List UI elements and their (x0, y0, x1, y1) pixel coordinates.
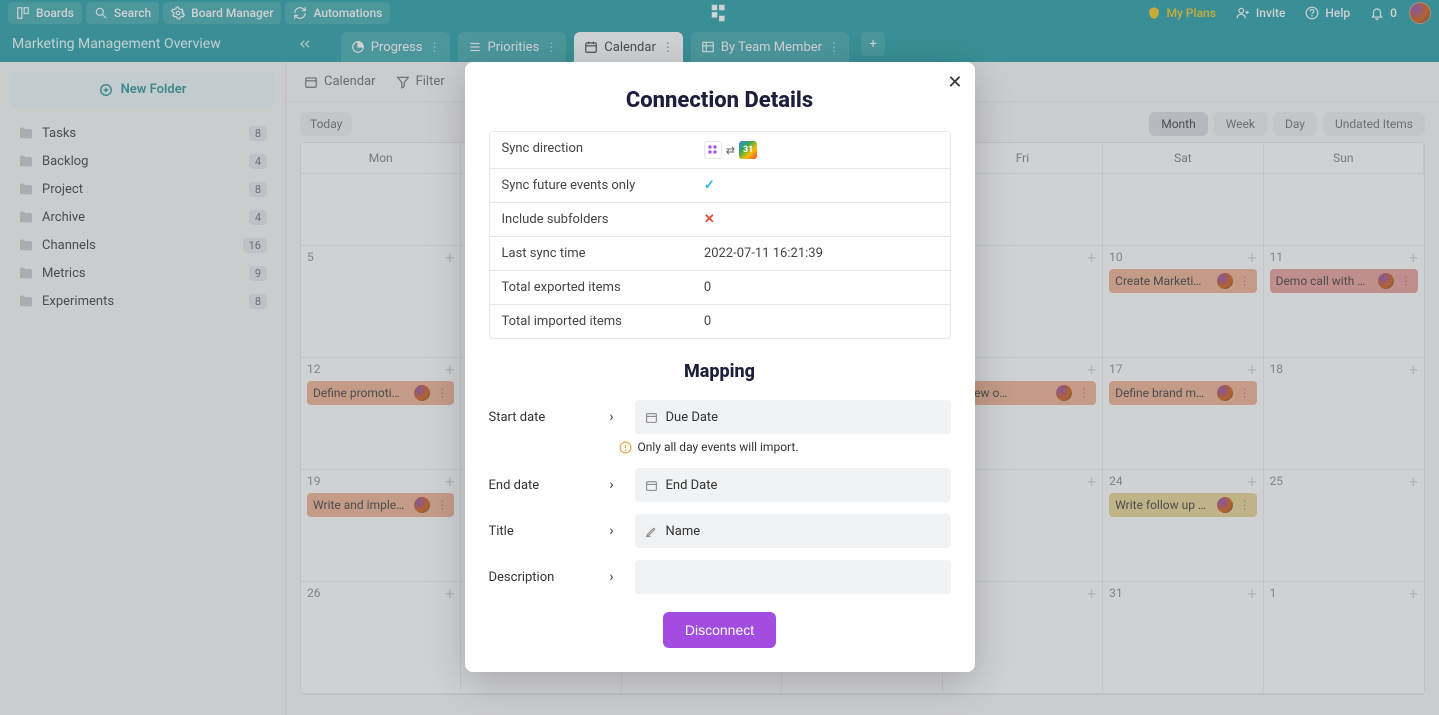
start-date-value: Due Date (666, 410, 719, 425)
app-logo-small (704, 141, 722, 159)
connection-details-modal: ✕ Connection Details Sync direction ⇄ 31 (465, 62, 975, 672)
chevron-right-icon: › (605, 409, 619, 425)
sync-direction-value: ⇄ 31 (692, 132, 950, 168)
modal-overlay[interactable]: ✕ Connection Details Sync direction ⇄ 31 (0, 0, 1439, 715)
details-table: Sync direction ⇄ 31 Sync future events o… (489, 131, 951, 339)
disconnect-button[interactable]: Disconnect (663, 612, 776, 648)
title-select[interactable]: Name (635, 514, 951, 548)
include-sub-label: Include subfolders (490, 203, 692, 236)
chevron-right-icon: › (605, 477, 619, 493)
end-date-select[interactable]: End Date (635, 468, 951, 502)
calendar-icon (645, 479, 658, 492)
sync-direction-label: Sync direction (490, 132, 692, 168)
total-imported-label: Total imported items (490, 305, 692, 338)
total-exported-value: 0 (692, 271, 950, 304)
modal-title: Connection Details (489, 88, 951, 113)
last-sync-value: 2022-07-11 16:21:39 (692, 237, 950, 270)
swap-arrows-icon: ⇄ (726, 144, 735, 157)
calendar-icon (645, 411, 658, 424)
start-date-label: Start date (489, 410, 589, 425)
start-date-select[interactable]: Due Date (635, 400, 951, 434)
edit-icon (645, 525, 658, 538)
chevron-right-icon: › (605, 569, 619, 585)
check-icon: ✓ (704, 178, 715, 193)
mapping-note-text: Only all day events will import. (638, 440, 799, 454)
warning-icon (619, 441, 632, 454)
close-icon: ✕ (947, 72, 962, 92)
end-date-value: End Date (666, 478, 718, 493)
include-sub-value: ✕ (692, 203, 950, 236)
title-label: Title (489, 524, 589, 539)
sync-future-label: Sync future events only (490, 169, 692, 202)
total-exported-label: Total exported items (490, 271, 692, 304)
title-value: Name (666, 524, 701, 539)
chevron-right-icon: › (605, 523, 619, 539)
close-button[interactable]: ✕ (947, 72, 962, 93)
end-date-label: End date (489, 478, 589, 493)
total-imported-value: 0 (692, 305, 950, 338)
last-sync-label: Last sync time (490, 237, 692, 270)
sync-future-value: ✓ (692, 169, 950, 202)
mapping-title: Mapping (489, 361, 951, 382)
description-label: Description (489, 570, 589, 585)
mapping-note: Only all day events will import. (619, 440, 951, 454)
disconnect-label: Disconnect (685, 622, 754, 638)
description-select[interactable] (635, 560, 951, 594)
google-calendar-icon: 31 (739, 141, 757, 159)
x-icon: ✕ (704, 212, 715, 227)
